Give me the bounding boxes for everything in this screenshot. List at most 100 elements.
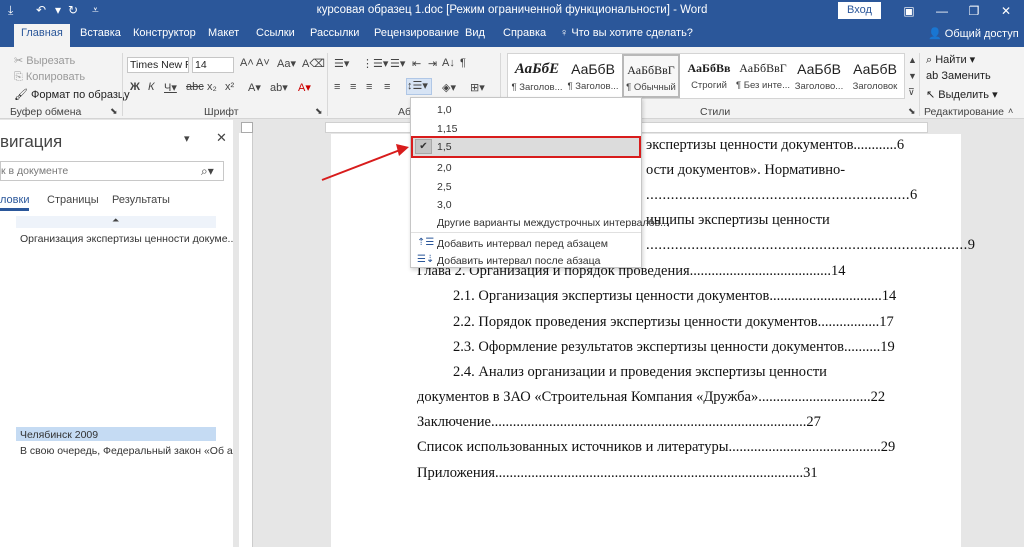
subscript-icon[interactable]: x₂ [207, 81, 217, 93]
increase-indent-icon[interactable]: ⇥ [428, 57, 437, 70]
align-left-icon[interactable]: ≡ [334, 81, 340, 93]
styles-more-icon[interactable]: ⊽ [908, 87, 915, 98]
toc-line: документов в ЗАО «Строительная Компания … [417, 389, 886, 405]
collapse-all-icon[interactable]: ⏶ [112, 215, 119, 226]
font-color-icon[interactable]: A▾ [298, 81, 311, 94]
line-spacing-option[interactable]: 2,0 [411, 158, 641, 178]
align-center-icon[interactable]: ≡ [350, 81, 356, 93]
tab-selector[interactable] [241, 122, 253, 133]
cut-button[interactable]: ✂ Вырезать [14, 54, 75, 67]
style-heading1[interactable]: АаБбЕ ¶ Заголов... [508, 54, 566, 98]
superscript-icon[interactable]: x² [225, 81, 234, 93]
clipboard-launcher-icon[interactable]: ⬊ [110, 106, 118, 117]
tab-insert[interactable]: Вставка [80, 27, 121, 39]
text-effects-icon[interactable]: A▾ [248, 81, 261, 94]
maximize-button[interactable]: ❐ [960, 2, 988, 20]
nav-search-input[interactable]: к в документе ⌕▾ [0, 161, 224, 181]
italic-icon[interactable]: К [148, 81, 154, 93]
tell-me-label: Что вы хотите сделать? [571, 27, 693, 39]
toc-line: 2.4. Анализ организации и проведения экс… [453, 364, 827, 380]
underline-icon[interactable]: Ч▾ [164, 81, 177, 94]
replace-button[interactable]: ab Заменить [926, 70, 991, 82]
line-spacing-option[interactable]: 2,5 [411, 177, 641, 197]
nav-tab-pages[interactable]: Страницы [47, 194, 99, 206]
sign-in-button[interactable]: Вход [838, 2, 881, 19]
grow-font-icon[interactable]: A˄ [240, 57, 254, 69]
sort-icon[interactable]: A↓ [442, 57, 455, 69]
select-button[interactable]: ↖ Выделить ▾ [926, 88, 998, 101]
styles-scroll-up-icon[interactable]: ▲ [908, 55, 917, 65]
font-size-combo[interactable]: 14 [192, 57, 234, 73]
style-heading2[interactable]: АаБбВ ¶ Заголов... [564, 54, 622, 98]
nav-tab-results[interactable]: Результаты [112, 194, 170, 206]
format-painter-button[interactable]: 🖌 Формат по образцу [14, 88, 130, 101]
nav-heading-item[interactable]: Челябинск 2009 [20, 429, 98, 441]
copy-button[interactable]: ⎘ Копировать [14, 71, 85, 84]
show-marks-icon[interactable]: ¶ [460, 57, 466, 69]
collapse-ribbon-icon[interactable]: ˄ [1008, 106, 1013, 116]
find-button[interactable]: ⌕ Найти ▾ [926, 53, 975, 67]
tab-references[interactable]: Ссылки [256, 27, 295, 39]
style-sample: АаБбВ [571, 61, 615, 77]
nav-heading-item[interactable]: Организация экспертизы ценности докуме..… [20, 233, 236, 245]
close-button[interactable]: ✕ [992, 2, 1020, 20]
line-spacing-menu: 1,0 1,15 ✔ 1,5 2,0 2,5 3,0 Другие вариан… [410, 97, 669, 271]
numbering-icon[interactable]: ⋮☰▾ [362, 57, 388, 70]
align-right-icon[interactable]: ≡ [366, 81, 372, 93]
option-label: 2,0 [437, 162, 452, 174]
decrease-indent-icon[interactable]: ⇤ [412, 57, 421, 70]
change-case-icon[interactable]: Aa▾ [277, 57, 296, 70]
clear-formatting-icon[interactable]: A⌫ [302, 57, 325, 70]
bullets-icon[interactable]: ☰▾ [334, 57, 349, 70]
shading-icon[interactable]: ◈▾ [442, 81, 456, 94]
vertical-ruler[interactable] [239, 133, 253, 547]
pane-options-icon[interactable]: ▾ [184, 132, 190, 145]
nav-tab-headings[interactable]: ловки [0, 194, 30, 211]
copy-label: Копировать [25, 71, 86, 83]
tab-review[interactable]: Рецензирование [374, 27, 459, 39]
tab-home[interactable]: Главная [14, 24, 70, 47]
tell-me-search[interactable]: ♀ Что вы хотите сделать? [560, 27, 693, 39]
tab-design[interactable]: Конструктор [133, 27, 196, 39]
style-strong[interactable]: АаБбВв Строгий [680, 54, 738, 98]
highlight-color-icon[interactable]: ab▾ [270, 81, 288, 94]
style-heading3[interactable]: АаБбВ Заголово... [790, 54, 848, 98]
style-normal[interactable]: АаБбВвГ ¶ Обычный [622, 54, 680, 98]
justify-icon[interactable]: ≡ [384, 81, 390, 93]
tab-mailings[interactable]: Рассылки [310, 27, 359, 39]
line-spacing-option-selected[interactable]: ✔ 1,5 [411, 136, 641, 158]
share-label: Общий доступ [944, 28, 1019, 40]
share-button[interactable]: 👤 Общий доступ [928, 27, 1019, 40]
styles-scroll-down-icon[interactable]: ▼ [908, 71, 917, 81]
borders-icon[interactable]: ⊞▾ [470, 81, 485, 94]
cut-label: Вырезать [26, 55, 76, 67]
minimize-button[interactable]: — [928, 2, 956, 20]
style-no-spacing[interactable]: АаБбВвГ ¶ Без инте... [734, 54, 792, 98]
more-line-spacing-options[interactable]: Другие варианты междустрочных интервалов… [411, 213, 669, 233]
line-spacing-button[interactable]: ↕☰▾ [406, 78, 432, 95]
styles-gallery: АаБбЕ ¶ Заголов... АаБбВ ¶ Заголов... Аа… [507, 53, 905, 99]
style-heading[interactable]: АаБбВ Заголовок [846, 54, 904, 98]
search-icon[interactable]: ⌕▾ [201, 164, 214, 179]
font-launcher-icon[interactable]: ⬊ [315, 106, 323, 117]
navigation-pane: вигация ▾ ✕ к в документе ⌕▾ ловки Стран… [0, 120, 241, 547]
nav-heading-item[interactable]: В свою очередь, Федеральный закон «Об а.… [20, 445, 241, 457]
multilevel-list-icon[interactable]: ☰▾ [390, 57, 405, 70]
close-pane-icon[interactable]: ✕ [216, 130, 227, 146]
tab-view[interactable]: Вид [465, 27, 485, 39]
tab-help[interactable]: Справка [503, 27, 546, 39]
style-name: ¶ Заголов... [567, 81, 619, 92]
shrink-font-icon[interactable]: A˅ [256, 57, 270, 69]
lightbulb-icon: ♀ [560, 27, 569, 39]
nav-collapse-bar[interactable]: ⏶ [16, 215, 216, 228]
tab-layout[interactable]: Макет [208, 27, 239, 39]
strikethrough-icon[interactable]: abc [186, 81, 204, 93]
font-name-combo[interactable]: Times New R [127, 57, 189, 73]
bold-icon[interactable]: Ж [130, 81, 140, 93]
line-spacing-option[interactable]: 3,0 [411, 195, 641, 215]
add-space-after-option[interactable]: ☰⇣ Добавить интервал после абзаца [411, 251, 641, 271]
toc-line: 2.2. Порядок проведения экспертизы ценно… [453, 314, 894, 330]
ribbon-display-options-icon[interactable]: ▣ [895, 2, 923, 20]
styles-launcher-icon[interactable]: ⬊ [908, 106, 916, 117]
line-spacing-option[interactable]: 1,0 [411, 100, 641, 120]
